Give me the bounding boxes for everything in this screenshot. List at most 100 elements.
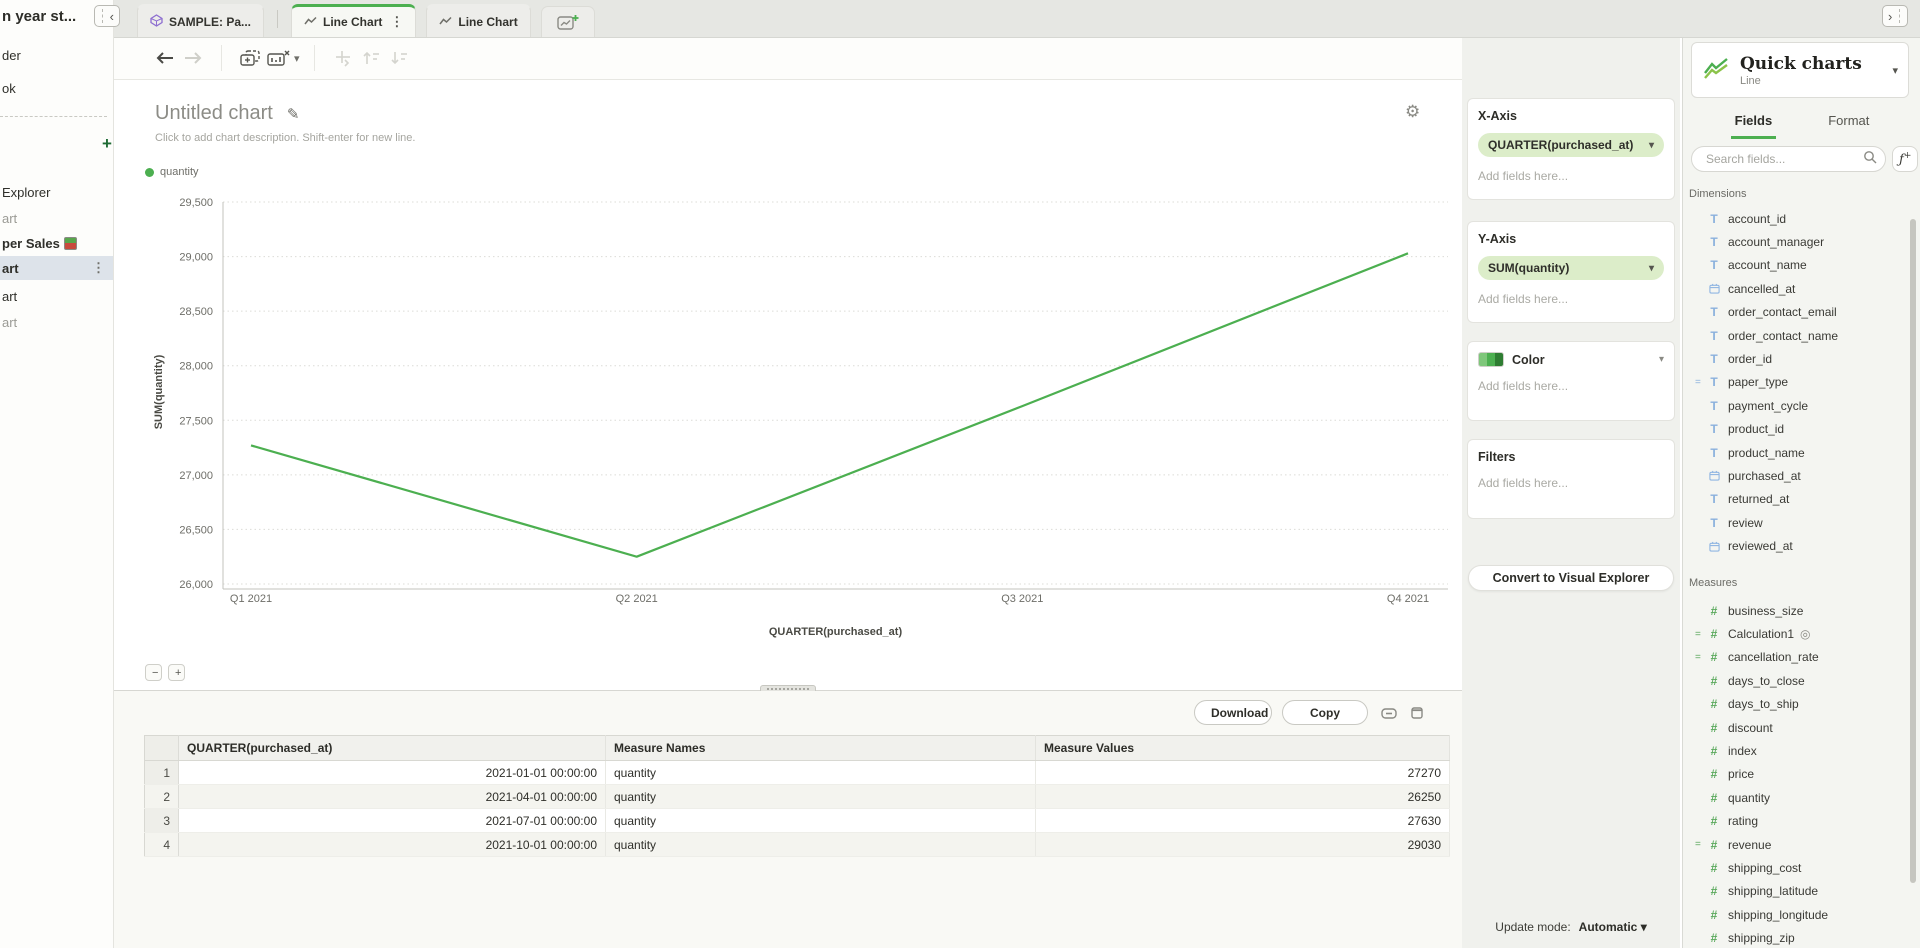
field-item-shipping-cost[interactable]: #shipping_cost (1683, 856, 1909, 879)
zoom-out-button[interactable]: − (145, 664, 162, 681)
zoom-in-button[interactable]: + (168, 664, 185, 681)
expand-table-icon[interactable] (1407, 705, 1427, 721)
quick-charts-selector[interactable]: Quick charts Line ▾ (1691, 42, 1909, 98)
column-header-measure-values[interactable]: Measure Values (1036, 736, 1450, 761)
cell-quarter[interactable]: 2021-07-01 00:00:00 (179, 809, 606, 833)
field-item-rating[interactable]: #rating (1683, 810, 1909, 833)
tab-sample-pa-0[interactable]: SAMPLE: Pa... (137, 4, 264, 37)
color-add-fields[interactable]: Add fields here... (1478, 379, 1664, 393)
field-item-calculation1[interactable]: =#Calculation1◎ (1683, 622, 1909, 645)
cell-measure-name[interactable]: quantity (606, 785, 1036, 809)
field-item-paper-type[interactable]: =Tpaper_type (1683, 371, 1909, 394)
field-item-order-contact-email[interactable]: Torder_contact_email (1683, 301, 1909, 324)
cell-measure-value[interactable]: 27630 (1036, 809, 1450, 833)
expand-panel-button[interactable]: › (1882, 5, 1908, 27)
field-item-account-name[interactable]: Taccount_name (1683, 254, 1909, 277)
table-row: 12021-01-01 00:00:00quantity27270 (145, 761, 1450, 785)
fields-panel: Quick charts Line ▾ Fields Format ƒ+ Dim… (1682, 37, 1920, 948)
column-header-measure-names[interactable]: Measure Names (606, 736, 1036, 761)
field-item-shipping-zip[interactable]: #shipping_zip (1683, 926, 1909, 949)
sidebar-page-item-art[interactable]: art (0, 310, 113, 334)
sort-ascending-icon[interactable] (357, 44, 385, 72)
field-item-cancelled-at[interactable]: cancelled_at (1683, 277, 1909, 300)
sidebar-page-item-art[interactable]: art (0, 206, 113, 230)
filters-add-fields[interactable]: Add fields here... (1478, 476, 1664, 490)
sort-descending-icon[interactable] (385, 44, 413, 72)
duplicate-element-icon[interactable] (236, 44, 264, 72)
add-formula-button[interactable]: ƒ+ (1892, 146, 1918, 172)
field-item-price[interactable]: #price (1683, 763, 1909, 786)
field-item-quantity[interactable]: #quantity (1683, 786, 1909, 809)
field-item-revenue[interactable]: =#revenue (1683, 833, 1909, 856)
cell-measure-value[interactable]: 27270 (1036, 761, 1450, 785)
collapse-table-icon[interactable] (1379, 705, 1399, 721)
field-item-purchased-at[interactable]: purchased_at (1683, 464, 1909, 487)
field-item-reviewed-at[interactable]: reviewed_at (1683, 534, 1909, 557)
tab-format[interactable]: Format (1824, 107, 1873, 139)
field-item-account-manager[interactable]: Taccount_manager (1683, 230, 1909, 253)
field-item-payment-cycle[interactable]: Tpayment_cycle (1683, 394, 1909, 417)
sidebar-item-workbook[interactable]: ok (2, 81, 16, 96)
field-item-discount[interactable]: #discount (1683, 716, 1909, 739)
field-item-index[interactable]: #index (1683, 739, 1909, 762)
chart-element-menu-icon[interactable] (264, 44, 292, 72)
chevron-down-icon[interactable]: ▾ (1659, 354, 1664, 365)
field-item-days-to-close[interactable]: #days_to_close (1683, 669, 1909, 692)
chart-title[interactable]: Untitled chart (155, 102, 273, 125)
chevron-down-icon[interactable]: ▾ (294, 52, 300, 65)
field-item-cancellation-rate[interactable]: =#cancellation_rate (1683, 646, 1909, 669)
cell-measure-name[interactable]: quantity (606, 833, 1036, 857)
tab-fields[interactable]: Fields (1731, 107, 1777, 139)
search-fields-input[interactable] (1704, 151, 1863, 167)
new-chart-tab-button[interactable] (541, 6, 595, 37)
sidebar-page-item-art[interactable]: art⋮ (0, 256, 113, 280)
field-item-product-name[interactable]: Tproduct_name (1683, 441, 1909, 464)
cell-measure-name[interactable]: quantity (606, 761, 1036, 785)
chart-settings-gear-icon[interactable]: ⚙ (1405, 102, 1420, 122)
cell-measure-name[interactable]: quantity (606, 809, 1036, 833)
edit-title-icon[interactable]: ✎ (287, 105, 300, 123)
sidebar-page-item-art[interactable]: art (0, 284, 113, 308)
update-mode-dropdown[interactable]: Automatic ▾ (1579, 920, 1647, 934)
swap-axes-icon[interactable] (329, 44, 357, 72)
field-item-order-contact-name[interactable]: Torder_contact_name (1683, 324, 1909, 347)
fields-scrollbar[interactable] (1910, 219, 1916, 883)
download-button[interactable]: Download (1194, 700, 1272, 725)
column-header-quarter-purchased-at[interactable]: QUARTER(purchased_at) (179, 736, 606, 761)
sidebar-page-item-per-sales[interactable]: per Sales (0, 231, 113, 255)
field-item-shipping-latitude[interactable]: #shipping_latitude (1683, 880, 1909, 903)
chart-description-placeholder[interactable]: Click to add chart description. Shift-en… (155, 132, 415, 144)
field-item-review[interactable]: Treview (1683, 511, 1909, 534)
forward-icon[interactable] (179, 44, 207, 72)
field-item-returned-at[interactable]: Treturned_at (1683, 488, 1909, 511)
line-series-quantity[interactable] (251, 253, 1408, 556)
field-item-days-to-ship[interactable]: #days_to_ship (1683, 693, 1909, 716)
cell-quarter[interactable]: 2021-04-01 00:00:00 (179, 785, 606, 809)
x-axis-add-fields[interactable]: Add fields here... (1478, 169, 1664, 183)
field-item-order-id[interactable]: Torder_id (1683, 347, 1909, 370)
tab-line-chart-2[interactable]: Line Chart (426, 4, 530, 37)
convert-to-visual-explorer-button[interactable]: Convert to Visual Explorer (1468, 565, 1674, 591)
sidebar-item-folder[interactable]: der (2, 48, 21, 63)
field-item-account-id[interactable]: Taccount_id (1683, 207, 1909, 230)
color-swatch-icon[interactable] (1478, 352, 1504, 367)
field-item-business-size[interactable]: #business_size (1683, 599, 1909, 622)
x-axis-field-pill[interactable]: QUARTER(purchased_at) ▾ (1478, 133, 1664, 157)
cell-quarter[interactable]: 2021-10-01 00:00:00 (179, 833, 606, 857)
y-axis-add-fields[interactable]: Add fields here... (1478, 292, 1664, 306)
collapse-sidebar-button[interactable]: ‹ (94, 5, 120, 27)
copy-button[interactable]: Copy (1282, 700, 1368, 725)
cell-quarter[interactable]: 2021-01-01 00:00:00 (179, 761, 606, 785)
cell-measure-value[interactable]: 29030 (1036, 833, 1450, 857)
field-item-shipping-longitude[interactable]: #shipping_longitude (1683, 903, 1909, 926)
field-item-product-id[interactable]: Tproduct_id (1683, 418, 1909, 441)
sidebar-page-item-explorer[interactable]: Explorer (0, 180, 113, 204)
back-icon[interactable] (151, 44, 179, 72)
legend-item-quantity[interactable]: quantity (145, 166, 199, 178)
y-axis-field-pill[interactable]: SUM(quantity) ▾ (1478, 256, 1664, 280)
tab-menu-icon[interactable]: ⋮ (388, 14, 403, 30)
add-page-button[interactable]: + (96, 133, 118, 155)
page-menu-icon[interactable]: ⋮ (92, 260, 105, 276)
tab-line-chart-1[interactable]: Line Chart⋮ (291, 4, 416, 37)
cell-measure-value[interactable]: 26250 (1036, 785, 1450, 809)
